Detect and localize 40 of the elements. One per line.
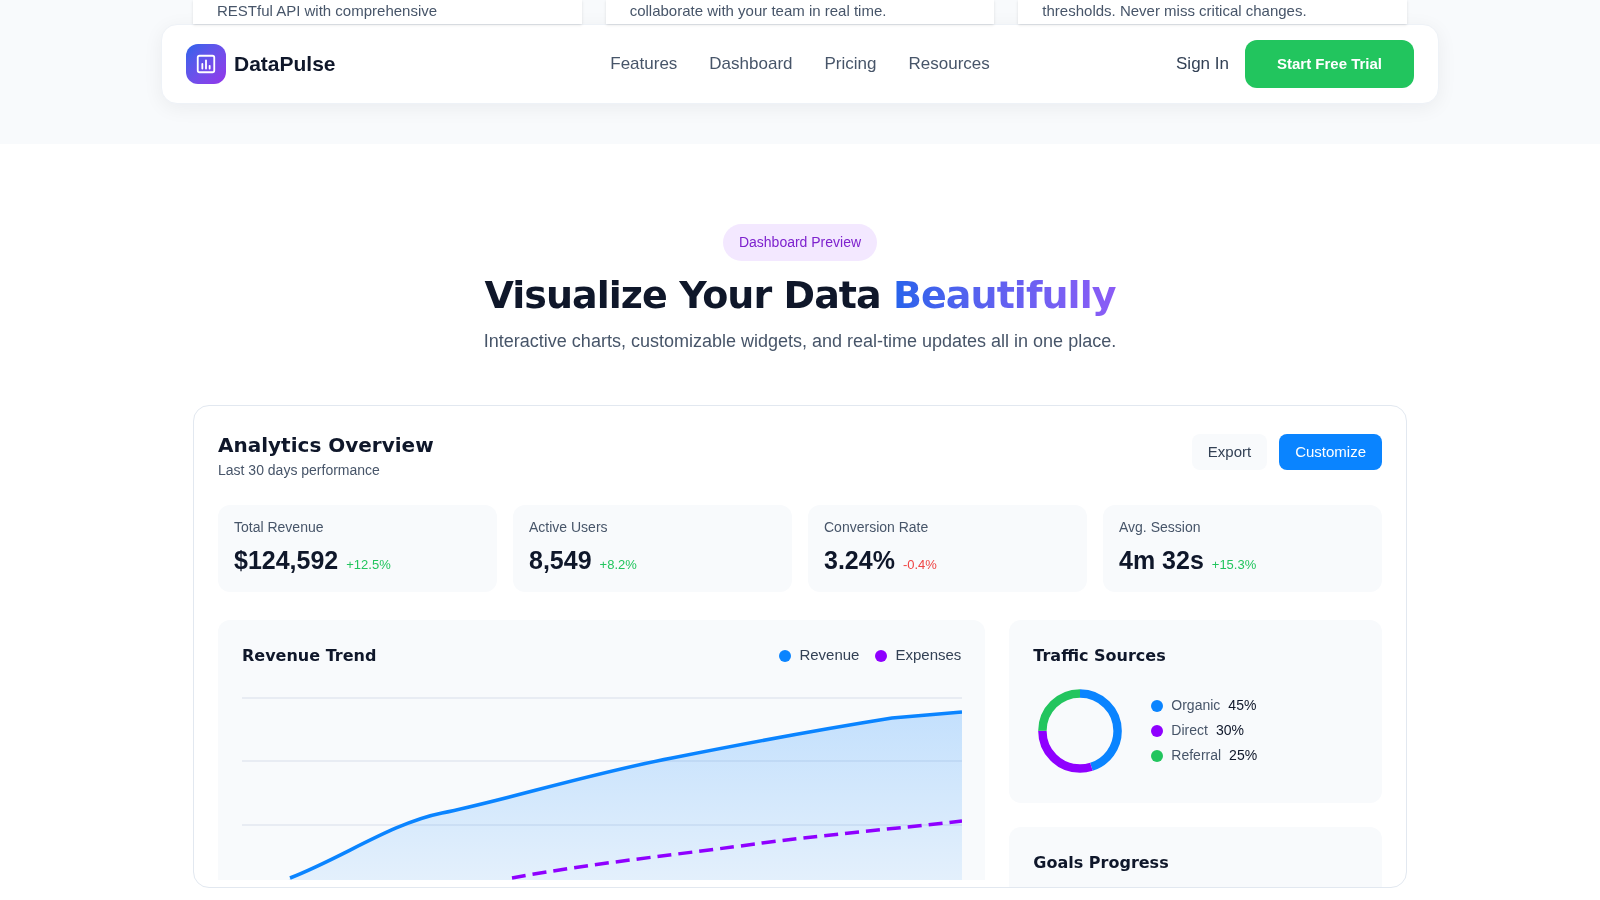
traffic-title: Traffic Sources <box>1033 644 1167 667</box>
stat-change: +15.3% <box>1211 556 1257 574</box>
stat-label: Active Users <box>529 518 609 537</box>
source-label: Referral <box>1171 746 1222 765</box>
stat-change: +12.5% <box>346 556 391 574</box>
nav-link[interactable]: Dashboard <box>709 51 793 77</box>
brand-name: DataPulse <box>234 51 336 78</box>
legend-label: Revenue <box>799 645 860 666</box>
feature-text: thresholds. Never miss critical changes. <box>1042 2 1307 19</box>
stat-value: 8,549 <box>529 545 592 576</box>
legend-label: Expenses <box>895 645 962 666</box>
nav-link[interactable]: Resources <box>908 51 990 77</box>
dashboard-title: Analytics Overview <box>218 432 434 459</box>
stat-value: 4m 32s <box>1119 545 1204 576</box>
export-button[interactable]: Export <box>1191 434 1268 470</box>
source-label: Organic <box>1171 696 1221 715</box>
section-subtitle: Interactive charts, customizable widgets, and real-time updates all in one place. <box>483 330 1117 353</box>
section-badge: Dashboard Preview <box>722 224 878 261</box>
source-label: Direct <box>1171 721 1208 740</box>
sign-in-link[interactable]: Sign In <box>1176 51 1229 77</box>
feature-text: RESTful API with comprehensive <box>217 2 438 19</box>
chart-title: Revenue Trend <box>242 644 377 667</box>
stat-value: 3.24% <box>824 545 895 576</box>
logo-icon <box>186 44 226 84</box>
stat-label: Total Revenue <box>234 518 325 537</box>
dashboard-subtitle: Last 30 days performance <box>218 461 381 480</box>
customize-button[interactable]: Customize <box>1279 434 1382 470</box>
stat-value: $124,592 <box>234 545 339 576</box>
feature-text: collaborate with your team in real time. <box>629 2 887 19</box>
source-percent: 30% <box>1215 721 1244 740</box>
stat-change: +8.2% <box>599 556 637 574</box>
stat-change: -0.4% <box>902 556 937 574</box>
source-percent: 25% <box>1229 746 1258 765</box>
stat-label: Conversion Rate <box>824 518 930 537</box>
nav-link[interactable]: Pricing <box>824 51 877 77</box>
goals-title: Goals Progress <box>1033 851 1170 874</box>
nav-link[interactable]: Features <box>610 51 678 77</box>
section-heading: Visualize Your Data Beautifully <box>484 273 1116 317</box>
stat-label: Avg. Session <box>1119 518 1202 537</box>
source-percent: 45% <box>1228 696 1257 715</box>
